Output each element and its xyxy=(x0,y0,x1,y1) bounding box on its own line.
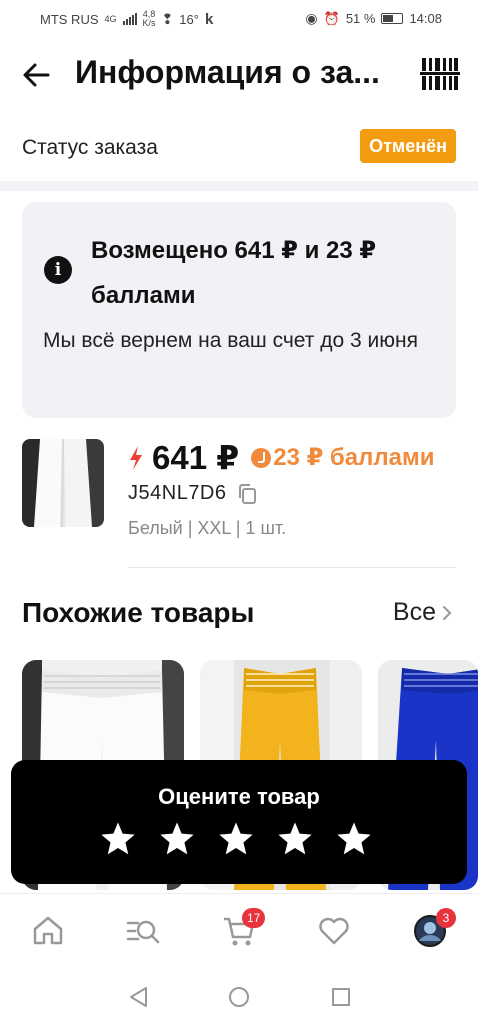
star-icon-4[interactable] xyxy=(276,820,314,858)
cart-badge: 17 xyxy=(242,908,266,928)
status-bar: MTS RUS 4G 4,8 K/s ❢ 16° k ◉ ⏰ 51 % 14:0… xyxy=(0,0,478,36)
rate-product-panel: Оцените товар xyxy=(11,760,467,884)
points-coin-icon xyxy=(251,447,272,468)
product-variant: Белый | XXL | 1 шт. xyxy=(128,518,287,538)
see-all-label: Все xyxy=(392,598,436,626)
refund-title: Возмещено 641 ₽ и 23 ₽ баллами xyxy=(91,237,377,309)
carrier-label: MTS RUS xyxy=(40,11,99,27)
bottom-navigation: 17 3 xyxy=(0,893,478,971)
network-speed-unit: K/s xyxy=(142,18,156,28)
see-all-link[interactable]: Все xyxy=(393,598,452,627)
system-navigation xyxy=(0,972,478,1024)
chevron-right-icon xyxy=(443,605,452,620)
info-icon: i xyxy=(44,256,72,284)
star-icon-3[interactable] xyxy=(217,820,255,858)
home-icon[interactable] xyxy=(31,914,65,948)
profile-badge: 3 xyxy=(436,908,456,928)
rate-product-title: Оцените товар xyxy=(158,784,320,809)
battery-percent: 51 % xyxy=(345,11,376,26)
steps-icon: ❢ xyxy=(161,10,174,27)
order-product[interactable]: 641 ₽ 23 ₽ баллами J54NL7D6 Белый | XXL … xyxy=(0,436,478,546)
page-title: Информация о за... xyxy=(75,54,380,90)
back-arrow-icon[interactable] xyxy=(20,58,54,92)
network-type: 4G xyxy=(104,13,117,24)
product-points: 23 ₽ баллами xyxy=(273,444,435,471)
star-icon-5[interactable] xyxy=(335,820,373,858)
star-icon-2[interactable] xyxy=(158,820,196,858)
temperature: 16° xyxy=(179,11,199,27)
signal-icon xyxy=(122,13,137,25)
app-letter-icon: k xyxy=(204,10,214,28)
refund-text: Мы всё вернем на ваш счет до 3 июня xyxy=(43,329,418,352)
refund-info-card: i Возмещено 641 ₽ и 23 ₽ баллами Мы всё … xyxy=(22,202,456,418)
divider xyxy=(128,567,456,568)
copy-icon[interactable] xyxy=(237,483,257,505)
order-status-label: Статус заказа xyxy=(22,136,158,159)
order-status-badge: Отменён xyxy=(360,129,456,163)
alarm-icon: ⏰ xyxy=(323,10,340,26)
order-status-row: Статус заказа Отменён xyxy=(0,124,478,172)
star-icon-1[interactable] xyxy=(99,820,137,858)
section-divider xyxy=(0,181,478,191)
app-bar: Информация о за... xyxy=(0,40,478,108)
catalog-search-icon[interactable] xyxy=(126,914,160,948)
eye-icon: ◉ xyxy=(305,10,318,26)
product-sku: J54NL7D6 xyxy=(128,482,227,504)
product-thumbnail[interactable] xyxy=(22,439,104,527)
nav-recents-icon[interactable] xyxy=(328,984,354,1010)
battery-icon xyxy=(381,13,404,24)
barcode-icon[interactable] xyxy=(420,56,460,92)
nav-back-icon[interactable] xyxy=(126,984,152,1010)
clock: 14:08 xyxy=(409,11,442,26)
favorites-icon[interactable] xyxy=(317,914,351,948)
lightning-icon xyxy=(130,445,142,470)
nav-home-icon[interactable] xyxy=(226,984,252,1010)
product-price: 641 ₽ xyxy=(152,439,240,476)
similar-products-title: Похожие товары xyxy=(22,597,255,628)
